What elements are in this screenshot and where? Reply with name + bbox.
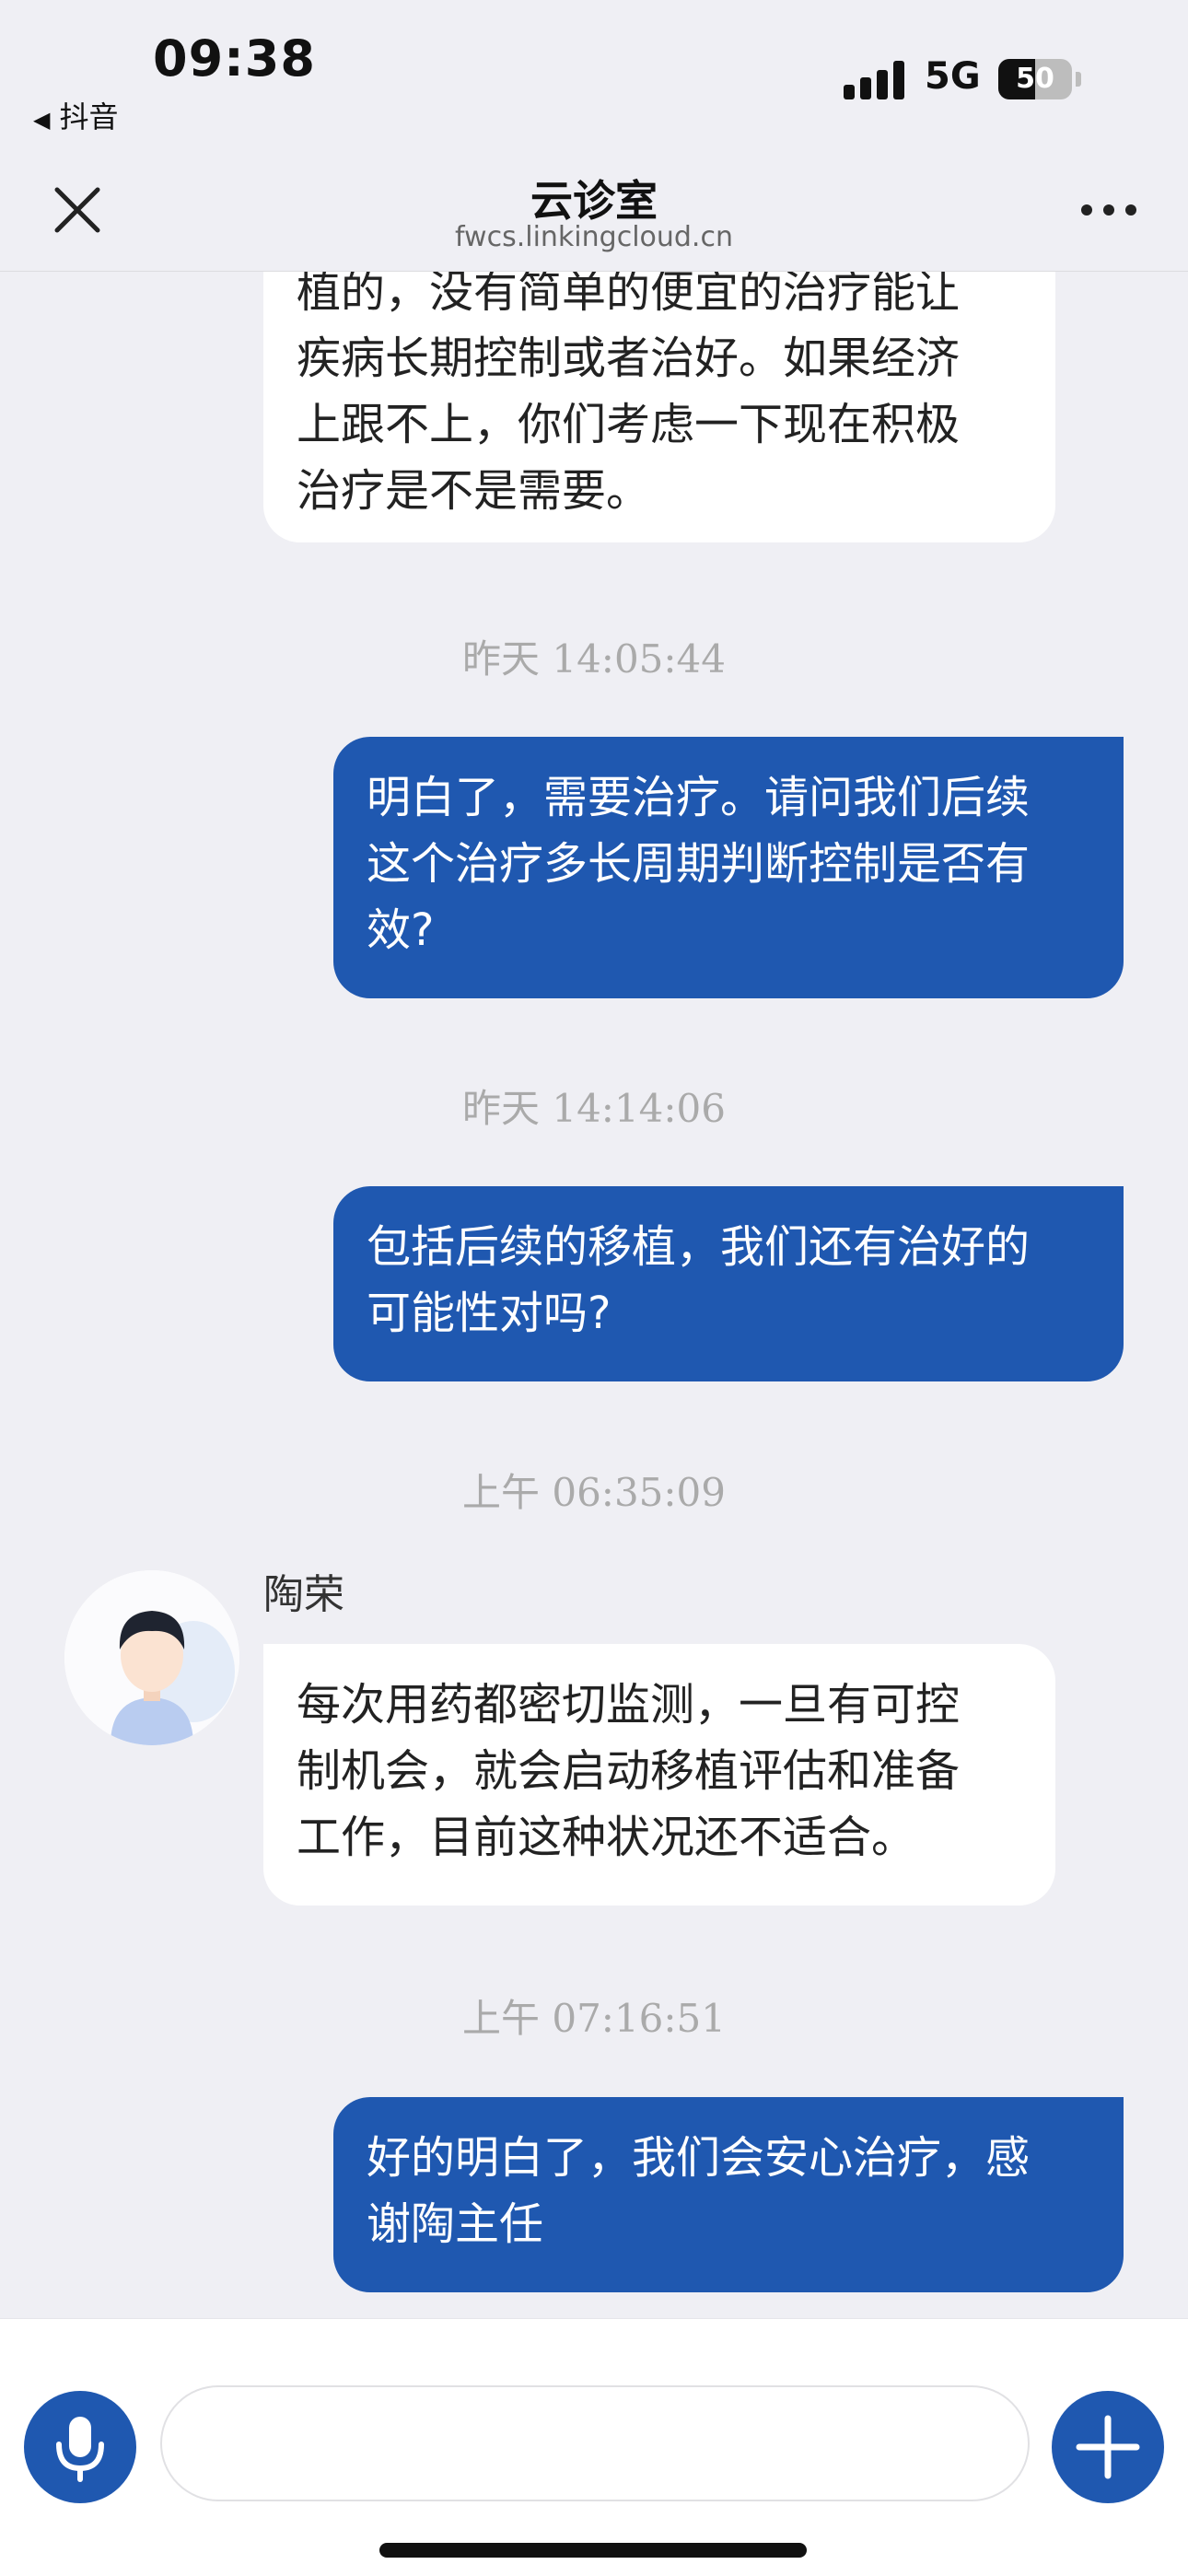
battery-text: 50 <box>1016 63 1054 95</box>
message-input[interactable] <box>160 2385 1030 2501</box>
network-label: 5G <box>925 55 981 98</box>
message-line: 每次用药都密切监测，一旦有可控 <box>297 1679 961 1731</box>
page-title: 云诊室 <box>530 176 658 226</box>
more-actions-button[interactable] <box>1052 2391 1164 2503</box>
message-line: 明白了，需要治疗。请问我们后续 <box>367 772 1031 823</box>
message-line: 上跟不上，你们考虑一下现在积极 <box>297 399 961 450</box>
incoming-message-bubble[interactable]: 每次用药都密切监测，一旦有可控 制机会，就会启动移植评估和准备 工作，目前这种状… <box>263 1644 1055 1906</box>
message-line: 可能性对吗? <box>367 1288 611 1339</box>
back-arrow-icon: ◀ <box>33 107 51 133</box>
outgoing-message-bubble[interactable]: 包括后续的移植，我们还有治好的 可能性对吗? <box>333 1186 1124 1381</box>
status-bar: 09:38 ◀ 抖音 5G 50 <box>0 0 1188 147</box>
microphone-icon <box>56 2417 104 2482</box>
outgoing-message-bubble[interactable]: 好的明白了，我们会安心治疗，感 谢陶主任 <box>333 2097 1124 2292</box>
person-avatar-icon <box>64 1570 239 1745</box>
page-url: fwcs.linkingcloud.cn <box>455 221 733 253</box>
incoming-message-bubble[interactable]: 植的，没有简单的便宜的治疗能让 疾病长期控制或者治好。如果经济 上跟不上，你们考… <box>263 272 1055 542</box>
home-indicator[interactable] <box>379 2543 807 2558</box>
message-timestamp: 昨天 14:14:06 <box>462 1086 726 1131</box>
message-line: 植的，没有简单的便宜的治疗能让 <box>297 272 961 318</box>
doctor-avatar[interactable] <box>64 1570 239 1745</box>
message-line: 谢陶主任 <box>367 2198 544 2250</box>
more-icon <box>1081 204 1092 216</box>
outgoing-message-bubble[interactable]: 明白了，需要治疗。请问我们后续 这个治疗多长周期判断控制是否有 效? <box>333 737 1124 998</box>
battery-icon: 50 <box>998 59 1072 99</box>
nav-header: 云诊室 fwcs.linkingcloud.cn <box>0 147 1188 272</box>
message-line: 疾病长期控制或者治好。如果经济 <box>297 332 961 384</box>
message-line: 好的明白了，我们会安心治疗，感 <box>367 2132 1031 2184</box>
message-timestamp: 上午 06:35:09 <box>462 1470 726 1515</box>
input-bar <box>0 2318 1188 2576</box>
voice-input-button[interactable] <box>24 2391 136 2503</box>
message-timestamp: 昨天 14:05:44 <box>462 636 726 682</box>
message-timestamp: 上午 07:16:51 <box>462 1996 726 2041</box>
signal-icon <box>844 61 906 99</box>
back-to-app-link[interactable]: ◀ 抖音 <box>33 94 118 136</box>
plus-icon <box>1076 2415 1140 2479</box>
message-line: 效? <box>367 904 435 956</box>
message-line: 工作，目前这种状况还不适合。 <box>297 1812 916 1863</box>
more-button[interactable] <box>1081 201 1136 219</box>
battery-cap <box>1076 72 1081 87</box>
sender-name: 陶荣 <box>263 1571 344 1618</box>
status-time: 09:38 <box>153 29 316 87</box>
message-line: 包括后续的移植，我们还有治好的 <box>367 1221 1031 1273</box>
chat-area[interactable]: 植的，没有简单的便宜的治疗能让 疾病长期控制或者治好。如果经济 上跟不上，你们考… <box>0 272 1188 2318</box>
message-line: 治疗是不是需要。 <box>297 465 651 517</box>
message-line: 制机会，就会启动移植评估和准备 <box>297 1745 961 1797</box>
message-line: 这个治疗多长周期判断控制是否有 <box>367 838 1031 890</box>
back-app-label: 抖音 <box>59 99 119 134</box>
